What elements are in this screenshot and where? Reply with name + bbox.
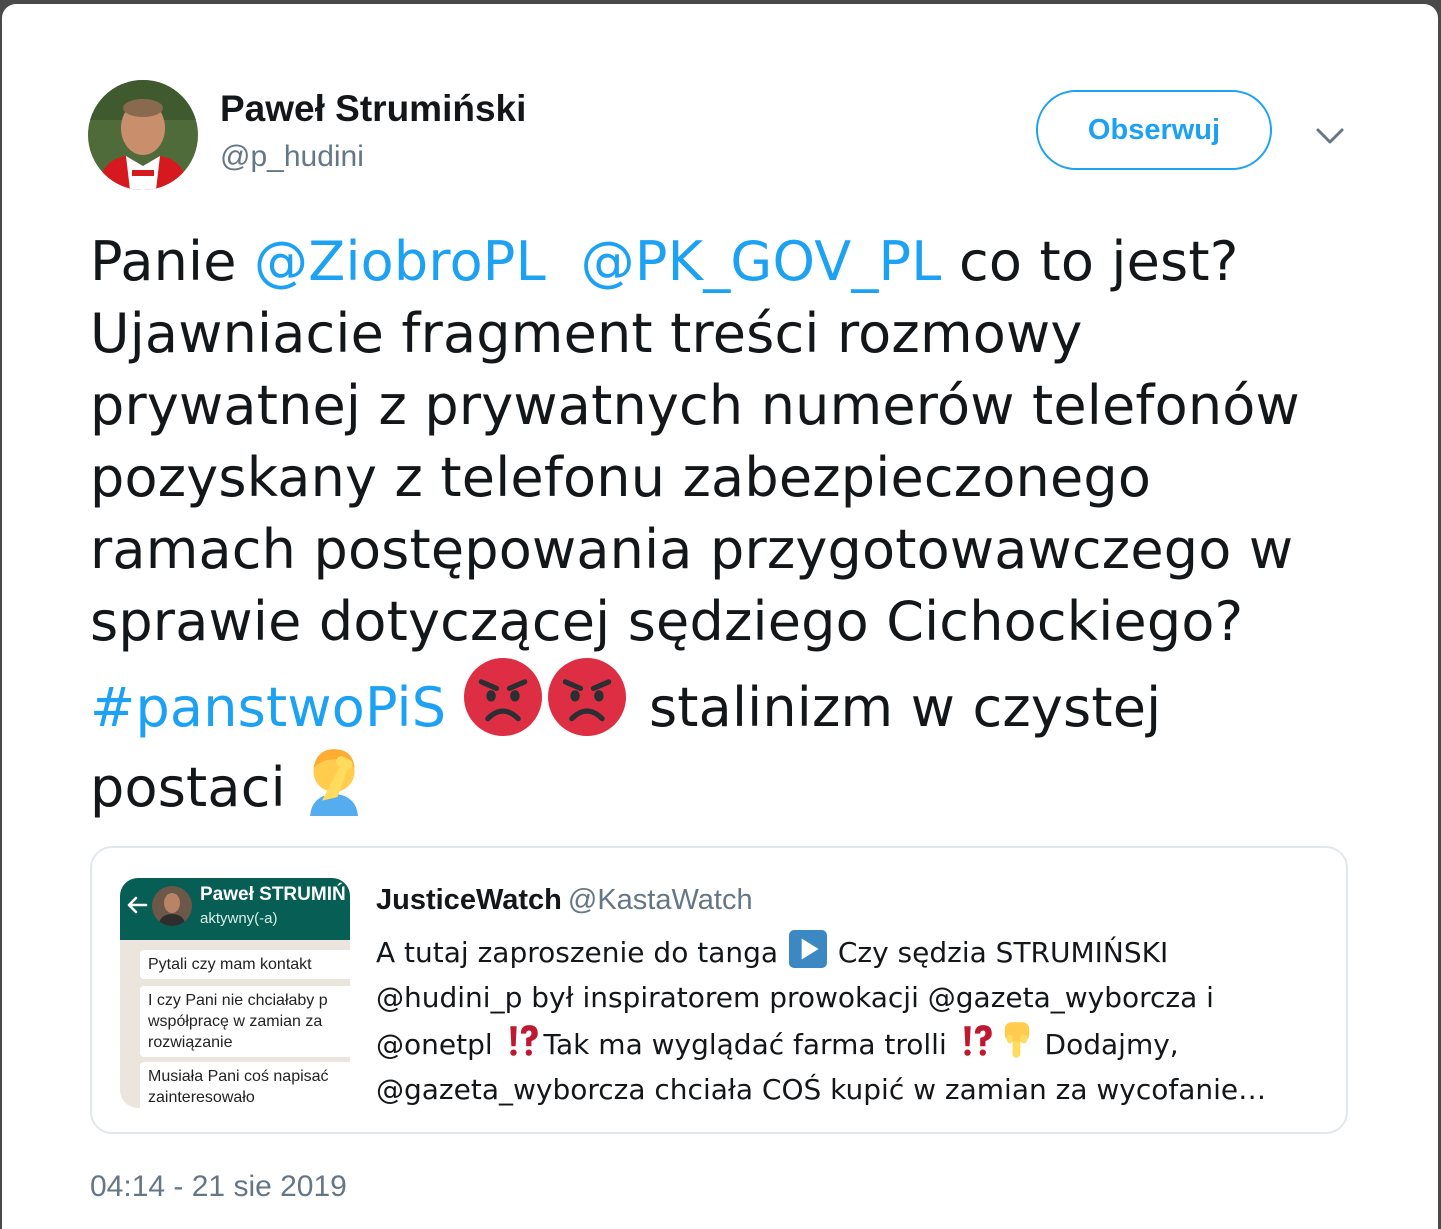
quoted-tweet-thumbnail[interactable]: Paweł STRUMIŃ aktywny(-a) Pytali czy mam… (120, 878, 350, 1108)
tweet-timestamp[interactable]: 04:14 - 21 sie 2019 (90, 1170, 347, 1204)
facepalm-icon (303, 744, 365, 816)
tweet-line: postaci (90, 744, 1380, 824)
angry-face-icon (547, 658, 626, 736)
exclamation-question-icon (958, 1022, 996, 1060)
quoted-tweet-line: @onetpl Tak ma wyglądać farma trolli Dod… (376, 1020, 1316, 1067)
quoted-text-segment: Czy sędzia STRUMIŃSKI (828, 936, 1169, 969)
author-name[interactable]: Paweł Strumiński (220, 88, 526, 130)
quoted-text-segment: Tak ma wyglądać farma trolli (543, 1028, 956, 1061)
chat-contact-status: aktywny(-a) (200, 910, 278, 927)
back-arrow-icon (124, 892, 150, 918)
tweet-line: Panie @ZiobroPL @PK_GOV_PL co to jest? (90, 226, 1380, 298)
exclamation-question-icon (504, 1022, 542, 1060)
tweet-text-segment: co to jest? (941, 230, 1239, 293)
author-handle[interactable]: @p_hudini (220, 140, 364, 174)
chat-header: Paweł STRUMIŃ aktywny(-a) (120, 878, 350, 940)
tweet-line: ramach postępowania przygotowawczego w (90, 518, 1294, 581)
quoted-tweet[interactable]: Paweł STRUMIŃ aktywny(-a) Pytali czy mam… (90, 846, 1348, 1134)
quoted-author-handle: @KastaWatch (567, 884, 753, 916)
quoted-tweet-line: A tutaj zaproszenie do tanga Czy sędzia … (376, 930, 1316, 975)
tweet-text-segment: stalinizm w czystej (648, 676, 1162, 739)
follow-button[interactable]: Obserwuj (1036, 90, 1272, 170)
chat-avatar (152, 886, 192, 926)
tweet-text-segment: postaci (90, 756, 286, 819)
avatar[interactable] (88, 80, 198, 190)
chat-message: Musiała Pani coś napisać zainteresowało (140, 1062, 350, 1108)
quoted-author[interactable]: JusticeWatch @KastaWatch (376, 884, 753, 917)
quoted-author-name: JusticeWatch (376, 884, 562, 916)
quoted-text-segment: A tutaj zaproszenie do tanga (376, 936, 787, 969)
tweet-line: Ujawniacie fragment treści rozmowy (90, 302, 1083, 365)
quoted-tweet-line: @hudini_p był inspiratorem prowokacji @g… (376, 981, 1214, 1014)
chat-message: Pytali czy mam kontakt (140, 950, 350, 979)
chat-contact-name: Paweł STRUMIŃ (200, 884, 346, 905)
play-button-icon (788, 930, 827, 968)
tweet-line: pozyskany z telefonu zabezpieczonego (90, 446, 1152, 509)
tweet-line: #panstwoPiS stalinizm w czystej (90, 658, 1380, 744)
tweet-line: sprawie dotyczącej sędziego Cichockiego? (90, 590, 1244, 653)
pointing-down-icon (1000, 1020, 1034, 1060)
hashtag-link[interactable]: #panstwoPiS (90, 676, 446, 739)
mention-link[interactable]: @PK_GOV_PL (581, 230, 942, 293)
tweet-text-segment: Panie (90, 230, 255, 293)
chevron-down-icon[interactable] (1312, 120, 1348, 152)
tweet-text: Panie @ZiobroPL @PK_GOV_PL co to jest? U… (90, 226, 1380, 824)
quoted-text-segment: @onetpl (376, 1028, 502, 1061)
angry-face-icon (463, 658, 542, 736)
tweet-line: prywatnej z prywatnych numerów telefonów (90, 374, 1300, 437)
tweet-text-segment (546, 230, 563, 293)
chat-message: I czy Pani nie chciałaby p współpracę w … (140, 986, 350, 1057)
quoted-tweet-text: A tutaj zaproszenie do tanga Czy sędzia … (376, 930, 1316, 1112)
tweet-card: Paweł Strumiński @p_hudini Obserwuj Pani… (2, 4, 1438, 1229)
mention-link[interactable]: @ZiobroPL (254, 230, 546, 293)
quoted-tweet-line: @gazeta_wyborcza chciała COŚ kupić w zam… (376, 1073, 1267, 1106)
quoted-text-segment: Dodajmy, (1035, 1028, 1179, 1061)
